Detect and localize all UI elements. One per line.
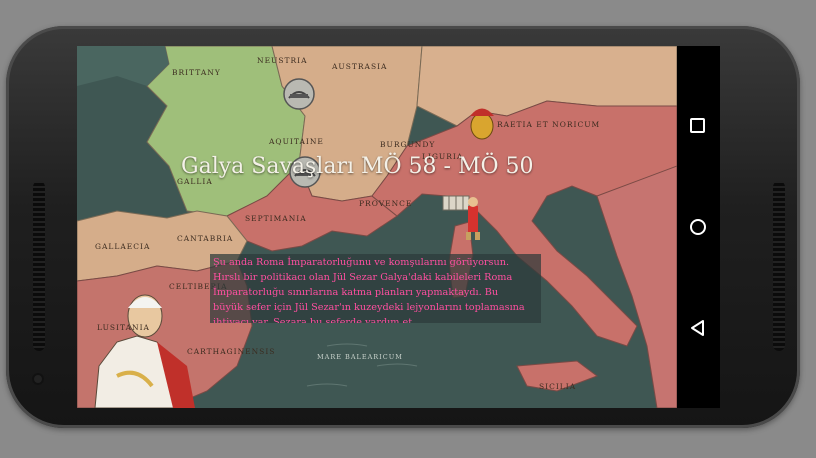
region-label-sicilia: SICILIA xyxy=(539,382,577,391)
colosseum-icon xyxy=(442,195,470,211)
story-dialog[interactable]: Şu anda Roma İmparatorluğunu ve komşular… xyxy=(210,254,541,323)
circle-icon xyxy=(690,219,706,235)
triangle-back-icon xyxy=(691,320,704,336)
front-camera xyxy=(32,373,44,385)
back-button[interactable] xyxy=(677,308,720,348)
region-label-aquitaine: AQUITAINE xyxy=(269,137,324,146)
region-label-burgundy: BURGUNDY xyxy=(380,140,436,149)
region-label-septimania: SEPTIMANIA xyxy=(245,214,307,223)
game-screen[interactable]: BRITTANY NEUSTRIA AUSTRASIA AQUITAINE BU… xyxy=(77,46,677,408)
speaker-grille-left xyxy=(33,181,45,351)
roman-coin-icon xyxy=(283,78,315,110)
region-label-gallaecia: GALLAECIA xyxy=(95,242,151,251)
region-label-brittany: BRITTANY xyxy=(172,68,221,77)
region-label-lusitania: LUSITANIA xyxy=(97,323,150,332)
dialog-line: büyük sefer için Jül Sezar'ın kuzeydeki … xyxy=(213,302,525,313)
dialog-line: Şu anda Roma İmparatorluğunu ve komşular… xyxy=(213,257,510,268)
recents-button[interactable] xyxy=(677,106,720,146)
region-label-carthaginensis: CARTHAGINENSIS xyxy=(187,347,276,356)
region-label-cantabria: CANTABRIA xyxy=(177,234,234,243)
sea-label-balearicum: MARE BALEARICUM xyxy=(317,353,403,361)
speaker-grille-right xyxy=(773,181,785,351)
dialog-line: İmparatorluğu sınırlarına katma planları… xyxy=(213,287,499,298)
square-icon xyxy=(690,118,705,133)
dialog-line: ihtiyacı var. Sezara bu seferde yardım e… xyxy=(213,317,416,323)
region-label-neustria: NEUSTRIA xyxy=(257,56,308,65)
campaign-title: Galya Savaşları MÖ 58 - MÖ 50 xyxy=(181,154,534,179)
region-label-austrasia: AUSTRASIA xyxy=(332,62,388,71)
region-label-provence: PROVENCE xyxy=(359,199,413,208)
region-label-raetia: RAETIA ET NORICUM xyxy=(497,120,601,129)
android-navigation-bar xyxy=(677,46,720,408)
legion-helmet-icon xyxy=(470,108,494,140)
dialog-line: Hırslı bir politikacı olan Jül Sezar Gal… xyxy=(213,272,513,283)
home-button[interactable] xyxy=(677,207,720,247)
